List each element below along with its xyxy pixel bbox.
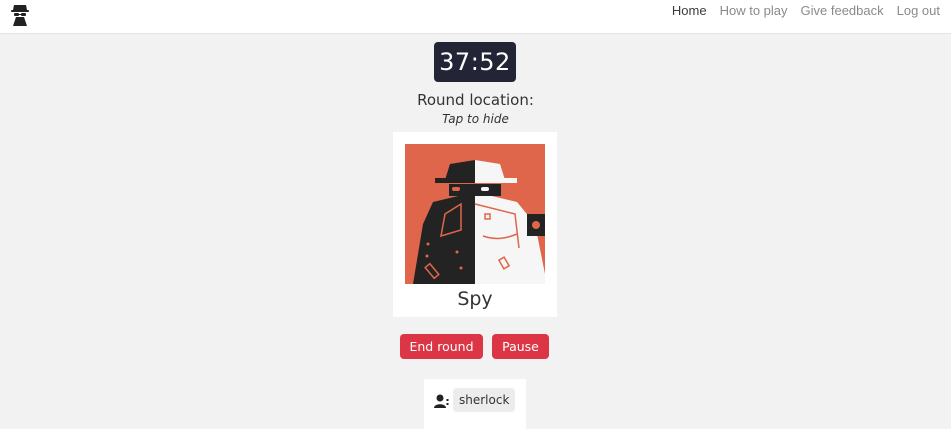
user-icon	[434, 394, 449, 408]
nav-links: Home How to play Give feedback Log out	[672, 0, 940, 22]
nav-give-feedback[interactable]: Give feedback	[801, 0, 884, 22]
location-name: Spy	[457, 288, 493, 310]
nav-home[interactable]: Home	[672, 0, 707, 22]
end-round-button[interactable]: End round	[400, 334, 483, 359]
player-chip[interactable]: sherlock	[453, 388, 516, 412]
tap-to-hide-hint: Tap to hide	[442, 112, 509, 126]
navbar: Home How to play Give feedback Log out	[0, 0, 951, 34]
spy-illustration-icon	[405, 144, 545, 284]
players-card: sherlock	[424, 379, 526, 429]
nav-log-out[interactable]: Log out	[897, 0, 940, 22]
round-timer: 37:52	[434, 42, 516, 82]
round-location-label: Round location:	[417, 91, 534, 109]
spy-logo-icon[interactable]	[8, 2, 32, 26]
location-card[interactable]: Spy	[393, 132, 557, 317]
nav-how-to-play[interactable]: How to play	[720, 0, 788, 22]
pause-button[interactable]: Pause	[492, 334, 549, 359]
